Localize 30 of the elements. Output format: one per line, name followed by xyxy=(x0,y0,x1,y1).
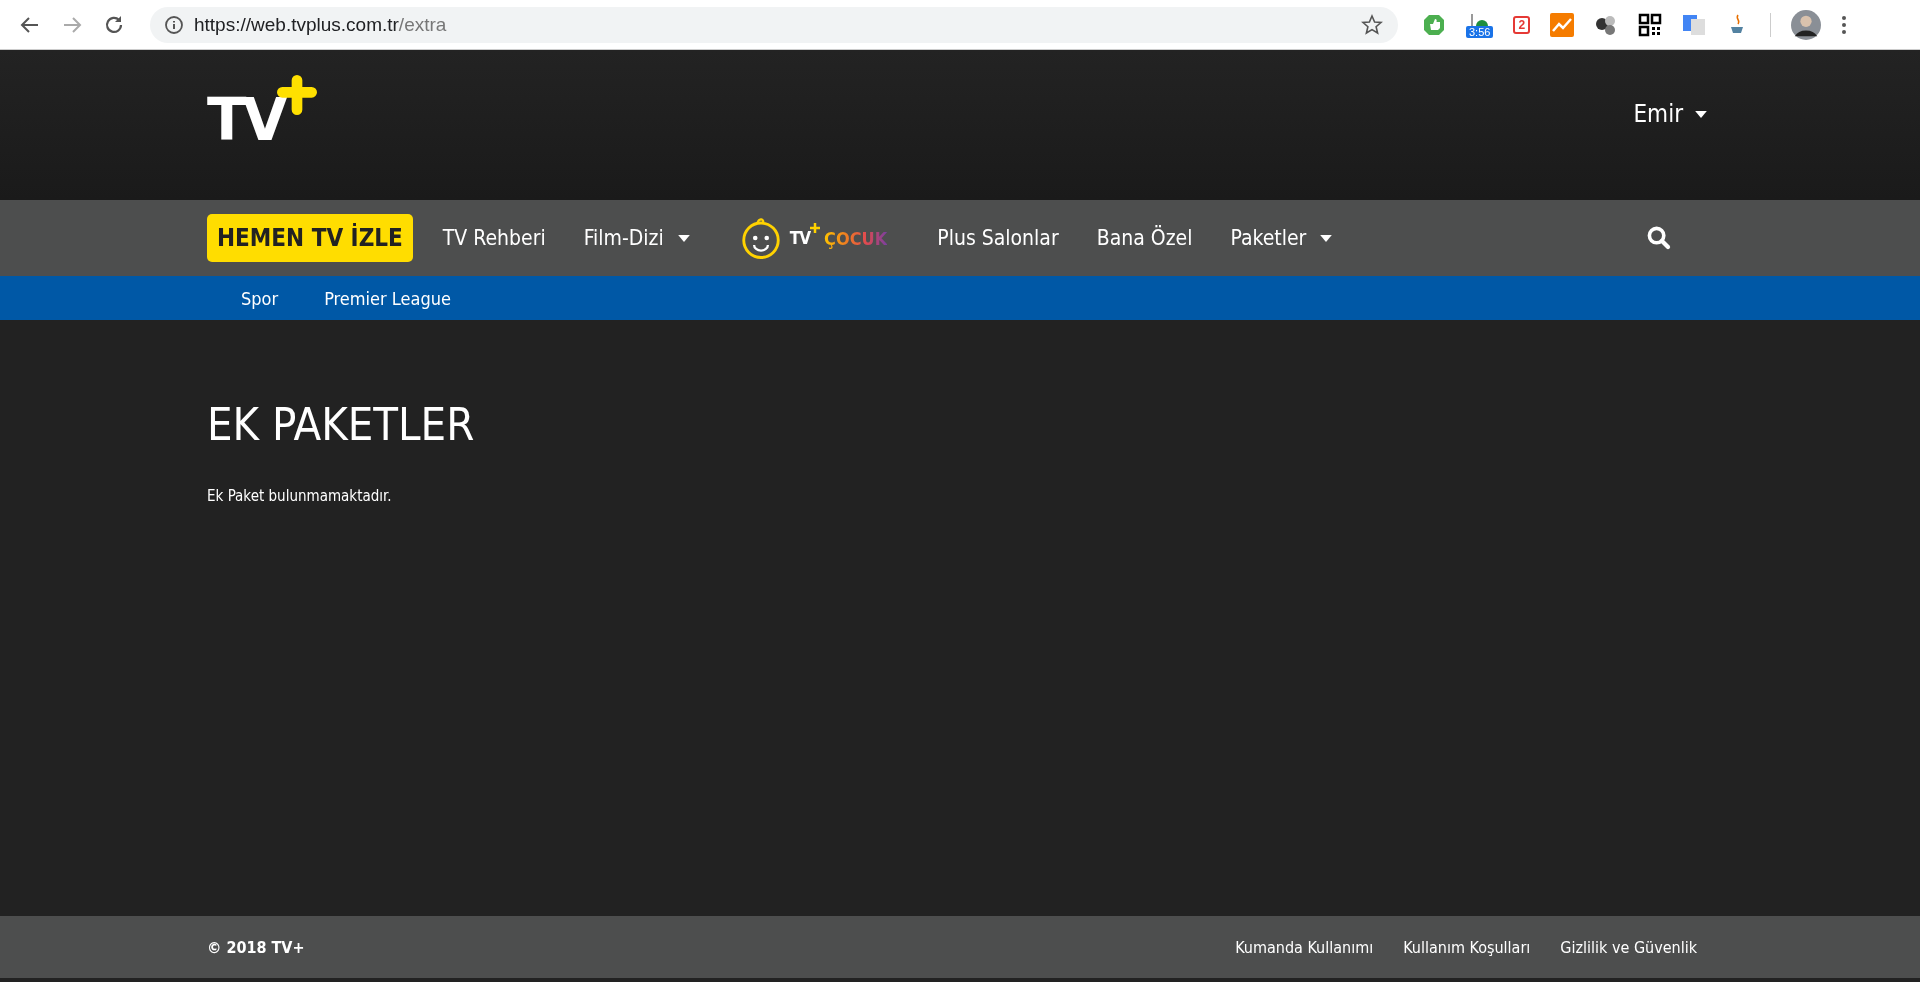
star-icon[interactable] xyxy=(1360,12,1384,37)
nav-link[interactable]: Plus Salonlar xyxy=(937,226,1059,250)
chart-icon[interactable] xyxy=(1550,12,1575,37)
subnav-link[interactable]: Spor xyxy=(241,287,279,309)
tag-icon[interactable]: 2 xyxy=(1513,15,1531,34)
search-icon[interactable] xyxy=(1647,226,1671,250)
menu-icon[interactable] xyxy=(1841,14,1848,35)
nav-dropdown[interactable]: Paketler xyxy=(1230,226,1333,250)
info-icon[interactable] xyxy=(164,14,184,35)
qr-code-icon[interactable] xyxy=(1638,12,1663,37)
footer-link[interactable]: Kumanda Kullanımı xyxy=(1235,937,1374,957)
watch-tv-button[interactable]: HEMEN TV İZLE xyxy=(207,214,413,262)
footer-link[interactable]: Kullanım Koşulları xyxy=(1403,937,1531,957)
profile-avatar[interactable] xyxy=(1791,9,1822,40)
caret-icon xyxy=(677,234,690,242)
page-title: EK PAKETLER xyxy=(207,398,476,451)
copyright-text: © 2018 TV+ xyxy=(207,937,305,957)
nav-dropdown[interactable]: Film-Dizi xyxy=(583,226,690,250)
user-menu[interactable]: Emir xyxy=(1633,100,1707,128)
address-bar[interactable]: https://web.tvplus.com.tr/extra xyxy=(150,6,1398,43)
footer-link[interactable]: Gizlilik ve Güvenlik xyxy=(1560,937,1697,957)
nav-link[interactable]: TV Rehberi xyxy=(442,226,546,250)
subnav-link[interactable]: Premier League xyxy=(324,287,451,309)
kids-logo[interactable]: TV ÇOCUK xyxy=(737,215,888,261)
caret-icon xyxy=(1695,110,1707,118)
thumbs-up-icon[interactable] xyxy=(1422,12,1446,37)
caret-icon xyxy=(1320,234,1333,242)
empty-message: Ek Paket bulunmamaktadır. xyxy=(207,487,393,505)
extension-badge: 3:56 xyxy=(1466,25,1494,38)
nav-link[interactable]: Bana Özel xyxy=(1096,226,1193,250)
